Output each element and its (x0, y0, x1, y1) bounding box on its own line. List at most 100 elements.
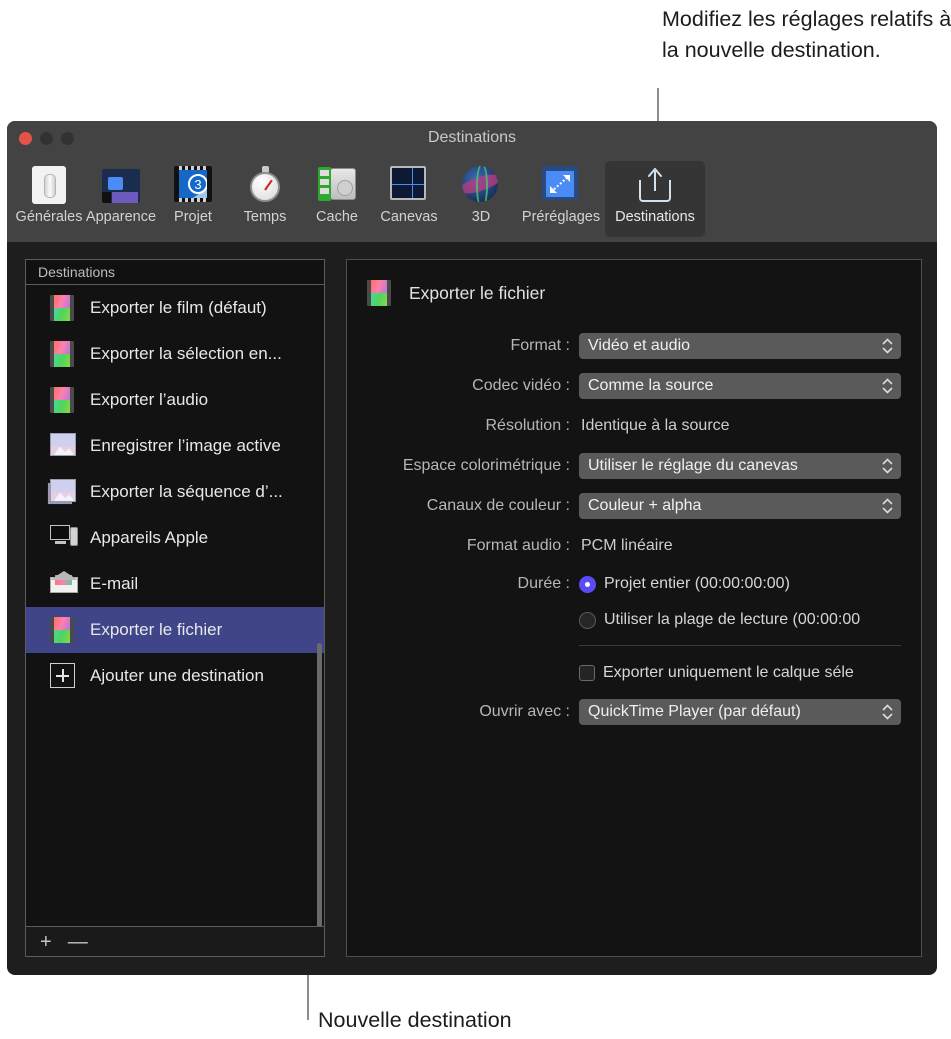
toolbar-item-apparence[interactable]: Apparence (85, 161, 157, 237)
list-item[interactable]: Exporter la séquence d’... (26, 469, 324, 515)
radio-label: Projet entier (00:00:00:00) (604, 575, 790, 593)
sidebar-scrollbar[interactable] (317, 643, 322, 927)
format-popup[interactable]: Vidéo et audio (579, 333, 901, 359)
list-item-label: Exporter le fichier (90, 620, 222, 640)
radio-label: Utiliser la plage de lecture (00:00:00 (604, 611, 860, 629)
toolbar-item-cache[interactable]: Cache (301, 161, 373, 237)
list-item[interactable]: Exporter l’audio (26, 377, 324, 423)
remove-destination-button[interactable]: — (68, 932, 88, 952)
toolbar-item-3d[interactable]: 3D (445, 161, 517, 237)
window-titlebar: Destinations (7, 121, 937, 157)
checkbox-unchecked-icon[interactable] (579, 665, 595, 681)
toolbar-item-label: Cache (316, 209, 358, 225)
selected-layer-checkbox-row[interactable]: Exporter uniquement le calque séle (579, 664, 901, 682)
plus-box-icon (50, 663, 78, 689)
radio-unselected-icon[interactable] (579, 612, 596, 629)
stopwatch-icon (246, 166, 284, 204)
annotation-bottom: Nouvelle destination (318, 1005, 718, 1036)
detail-header: Exporter le fichier (367, 280, 901, 306)
mail-icon (50, 571, 78, 597)
field-duration-playrange: Utiliser la plage de lecture (00:00:00 (367, 602, 901, 638)
sidebar-header: Destinations (25, 259, 325, 284)
field-label: Canaux de couleur : (367, 497, 579, 515)
list-item[interactable]: Appareils Apple (26, 515, 324, 561)
list-item-selected[interactable]: Exporter le fichier (26, 607, 324, 653)
toolbar-item-projet[interactable]: 3 Projet (157, 161, 229, 237)
list-item-label: Appareils Apple (90, 528, 208, 548)
toolbar-item-label: 3D (472, 209, 491, 225)
toolbar-item-label: Temps (244, 209, 287, 225)
field-label: Durée : (367, 575, 579, 593)
list-item[interactable]: Exporter le film (défaut) (26, 285, 324, 331)
field-color-channels: Canaux de couleur : Couleur + alpha (367, 486, 901, 526)
popup-value: QuickTime Player (par défaut) (588, 703, 801, 721)
film-project-icon: 3 (174, 166, 212, 204)
canvas-grid-icon (390, 166, 428, 204)
popup-value: Comme la source (588, 377, 713, 395)
chevron-updown-icon (882, 498, 893, 514)
chevron-updown-icon (882, 704, 893, 720)
divider (579, 645, 901, 646)
field-selected-layer-only: Exporter uniquement le calque séle (367, 654, 901, 692)
field-label: Format : (367, 337, 579, 355)
field-colorimetric-space: Espace colorimétrique : Utiliser le régl… (367, 446, 901, 486)
detail-title: Exporter le fichier (409, 283, 545, 304)
destinations-list[interactable]: Exporter le film (défaut) Exporter la sé… (25, 284, 325, 927)
list-item[interactable]: E-mail (26, 561, 324, 607)
destinations-sidebar: Destinations Exporter le film (défaut) E… (25, 259, 325, 957)
list-item-add-destination[interactable]: Ajouter une destination (26, 653, 324, 699)
globe-3d-icon (462, 166, 500, 204)
list-item-label: Ajouter une destination (90, 666, 264, 686)
preferences-toolbar: Générales Apparence 3 Projet (7, 157, 937, 242)
list-item[interactable]: Enregistrer l’image active (26, 423, 324, 469)
open-with-popup[interactable]: QuickTime Player (par défaut) (579, 699, 901, 725)
arrow-up-icon (648, 168, 662, 178)
chevron-updown-icon (882, 458, 893, 474)
checkbox-label: Exporter uniquement le calque séle (603, 664, 854, 682)
color-space-popup[interactable]: Utiliser le réglage du canevas (579, 453, 901, 479)
field-label: Ouvrir avec : (367, 703, 579, 721)
toolbar-item-label: Apparence (86, 209, 156, 225)
duration-option-whole-project[interactable]: Projet entier (00:00:00:00) (579, 575, 901, 593)
list-item-label: E-mail (90, 574, 138, 594)
codec-video-popup[interactable]: Comme la source (579, 373, 901, 399)
toolbar-item-generales[interactable]: Générales (13, 161, 85, 237)
field-duration: Durée : Projet entier (00:00:00:00) (367, 566, 901, 602)
photo-stack-icon (50, 479, 78, 505)
toolbar-item-destinations[interactable]: Destinations (605, 161, 705, 237)
destination-detail-pane: Exporter le fichier Format : Vidéo et au… (346, 259, 922, 957)
resolution-value: Identique à la source (579, 417, 901, 435)
toolbar-item-label: Canevas (380, 209, 437, 225)
field-codec-video: Codec vidéo : Comme la source (367, 366, 901, 406)
toolbar-item-canevas[interactable]: Canevas (373, 161, 445, 237)
share-export-icon (636, 166, 674, 204)
radio-selected-icon[interactable] (579, 576, 596, 593)
list-item-label: Exporter la séquence d’... (90, 482, 283, 502)
filmstrip-icon (367, 280, 395, 306)
toolbar-item-prereglages[interactable]: Préréglages (517, 161, 605, 237)
add-destination-button[interactable]: + (40, 932, 52, 952)
duration-option-play-range[interactable]: Utiliser la plage de lecture (00:00:00 (579, 611, 901, 629)
toolbar-item-label: Préréglages (522, 209, 600, 225)
field-label: Codec vidéo : (367, 377, 579, 395)
list-item-label: Enregistrer l’image active (90, 436, 281, 456)
chevron-updown-icon (882, 338, 893, 354)
photo-icon (50, 433, 78, 459)
switch-icon (30, 166, 68, 204)
list-item-label: Exporter l’audio (90, 390, 208, 410)
chevron-updown-icon (882, 378, 893, 394)
destination-settings-form: Format : Vidéo et audio (367, 326, 901, 732)
popup-value: Utiliser le réglage du canevas (588, 457, 798, 475)
presets-arrows-icon (542, 166, 580, 204)
list-item[interactable]: Exporter la sélection en... (26, 331, 324, 377)
toolbar-item-temps[interactable]: Temps (229, 161, 301, 237)
filmstrip-icon (50, 617, 78, 643)
field-format: Format : Vidéo et audio (367, 326, 901, 366)
color-channels-popup[interactable]: Couleur + alpha (579, 493, 901, 519)
field-label: Format audio : (367, 537, 579, 555)
field-label: Résolution : (367, 417, 579, 435)
toolbar-item-label: Destinations (615, 209, 695, 225)
window-title: Destinations (7, 129, 937, 147)
list-item-label: Exporter le film (défaut) (90, 298, 267, 318)
field-open-with: Ouvrir avec : QuickTime Player (par défa… (367, 692, 901, 732)
